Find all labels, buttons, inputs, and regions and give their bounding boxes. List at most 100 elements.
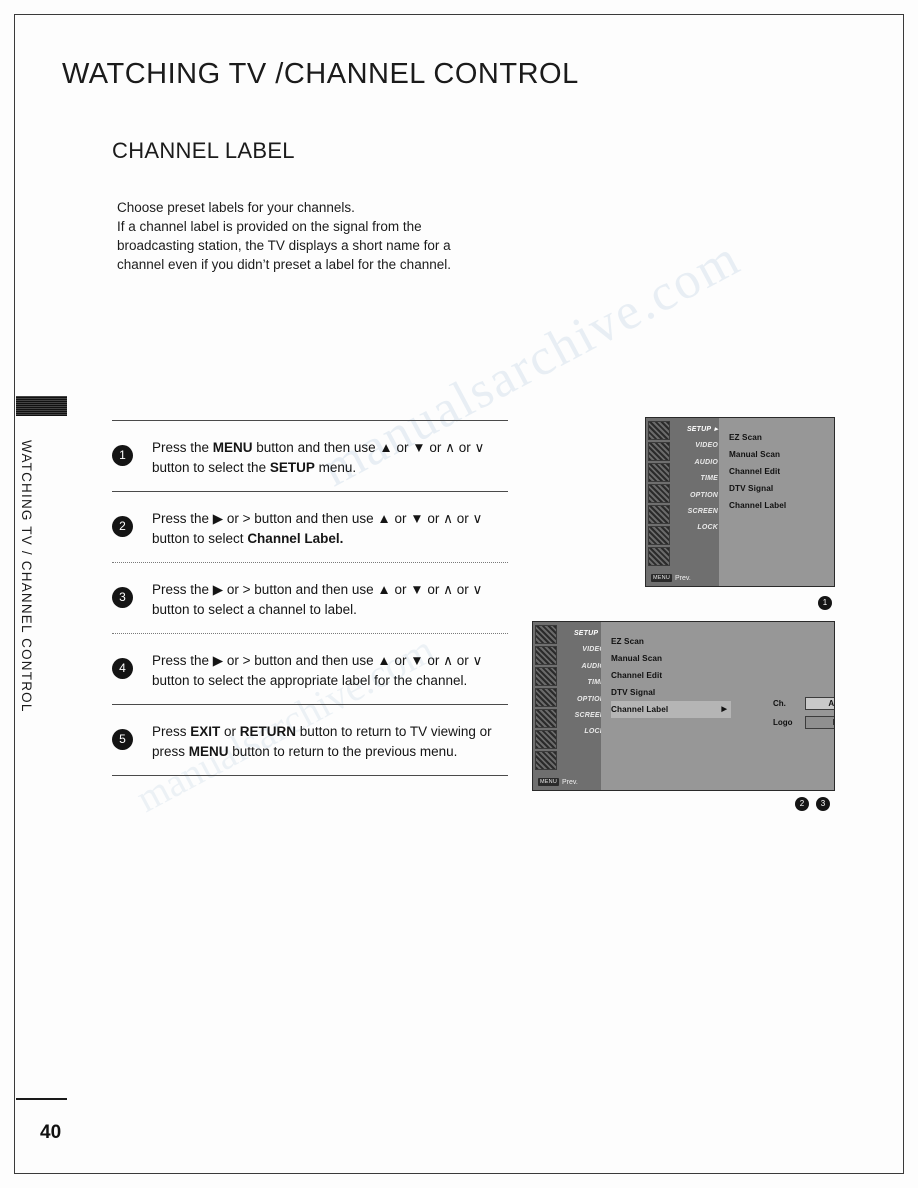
step-number: 3 [112,587,133,608]
step-number: 1 [112,445,133,466]
osd1-step-badge-row: 1 [818,596,832,610]
osd-menu-item[interactable]: Manual Scan [611,650,731,667]
osd-menu-label[interactable]: OPTION [557,692,605,708]
osd2-menu-column: SETUPVIDEOAUDIOTIMEOPTIONSCREENLOCK MENU… [533,622,605,790]
step-badge: 3 [816,797,830,811]
intro-line: channel even if you didn’t preset a labe… [117,257,451,272]
osd-menu-icon [648,442,670,461]
osd-menu-label[interactable]: AUDIO [557,659,605,675]
osd-menu-label[interactable]: LOCK [670,520,718,536]
osd-menu-label[interactable]: SETUP [670,422,718,438]
osd-menu-icon [535,646,557,665]
osd-screenshot-setup-menu: SETUPVIDEOAUDIOTIMEOPTIONSCREENLOCK MENU… [645,417,835,587]
osd-menu-icon [648,421,670,440]
osd-value-row: Ch. ANALOG 2 [773,697,834,710]
osd2-prev-key: MENU [538,778,559,786]
osd-value-label: Ch. [773,699,786,708]
osd-menu-item[interactable]: Channel Edit [729,463,834,480]
step-number: 2 [112,516,133,537]
osd-menu-item[interactable]: Manual Scan [729,446,834,463]
step-item: 1 Press the MENU button and then use ▲ or… [112,421,508,491]
osd-menu-item[interactable]: EZ Scan [729,429,834,446]
osd-menu-item[interactable]: DTV Signal [611,684,731,701]
osd-menu-item[interactable]: Channel Edit [611,667,731,684]
osd2-step-badge-row: 23 [795,797,830,811]
osd1-menu-labels: SETUPVIDEOAUDIOTIMEOPTIONSCREENLOCK [670,422,718,537]
osd-menu-icon [535,667,557,686]
osd-menu-label[interactable]: LOCK [557,724,605,740]
osd-menu-label[interactable]: OPTION [670,488,718,504]
osd2-prev-label: Prev. [562,778,578,786]
osd-menu-label[interactable]: AUDIO [670,455,718,471]
manual-page: manualsarchive.com manualsarchive.com WA… [0,0,918,1188]
side-tab-label: WATCHING TV / CHANNEL CONTROL [19,440,34,713]
page-border-left [14,14,15,1174]
osd-value-field[interactable]: No Logo [805,716,834,729]
step-number: 5 [112,729,133,750]
steps-list: 1 Press the MENU button and then use ▲ or… [112,420,508,776]
section-title: CHANNEL LABEL [112,138,295,163]
osd-menu-icon [648,484,670,503]
osd1-prev-key: MENU [651,574,672,582]
osd1-prev-label: Prev. [675,574,691,582]
osd1-item-list: EZ Scan Manual Scan Channel Edit DTV Signal… [729,429,834,514]
osd-value-label: Logo [773,718,793,727]
osd2-icon-column [535,625,557,772]
osd-menu-item[interactable]: Channel Label [611,701,731,718]
osd-menu-icon [535,751,557,770]
osd1-icon-column [648,421,670,568]
osd1-prev-hint: MENU Prev. [651,574,691,582]
osd2-items-panel: EZ Scan Manual Scan Channel Edit DTV Signal… [601,622,834,790]
osd-menu-item[interactable]: Channel Label [729,497,834,514]
osd-menu-label[interactable]: TIME [557,675,605,691]
osd2-prev-hint: MENU Prev. [538,778,578,786]
osd2-value-panel: Ch. ANALOG 2 Logo No Logo [773,697,834,735]
osd-value-field[interactable]: ANALOG 2 [805,697,834,710]
osd-menu-item[interactable]: DTV Signal [729,480,834,497]
step-text: Press the ▶ or > button and then use ▲ o… [152,653,483,688]
steps-divider [112,775,508,776]
osd1-menu-column: SETUPVIDEOAUDIOTIMEOPTIONSCREENLOCK MENU… [646,418,719,586]
osd-menu-icon [535,625,557,644]
step-item: 3 Press the ▶ or > button and then use ▲ … [112,563,508,633]
step-badge: 1 [818,596,832,610]
osd2-item-list: EZ Scan Manual Scan Channel Edit DTV Signal… [611,633,731,718]
page-number: 40 [40,1122,62,1143]
margin-color-swatch [16,396,67,416]
step-item: 4 Press the ▶ or > button and then use ▲ … [112,634,508,704]
step-item: 2 Press the ▶ or > button and then use ▲ … [112,492,508,562]
osd-menu-item[interactable]: EZ Scan [611,633,731,650]
osd-menu-icon [648,547,670,566]
osd-menu-label[interactable]: SCREEN [557,708,605,724]
osd-menu-label[interactable]: SCREEN [670,504,718,520]
osd-menu-label[interactable]: VIDEO [670,438,718,454]
osd-menu-icon [648,463,670,482]
osd-menu-icon [535,709,557,728]
step-text: Press the MENU button and then use ▲ or … [152,440,485,475]
intro-line: If a channel label is provided on the si… [117,219,422,234]
page-border-top [14,14,904,15]
page-border-right [903,14,904,1174]
osd-menu-icon [535,688,557,707]
osd-menu-label[interactable]: VIDEO [557,642,605,658]
step-badge: 2 [795,797,809,811]
osd-menu-icon [648,526,670,545]
intro-line: Choose preset labels for your channels. [117,200,355,215]
osd-value-row: Logo No Logo [773,716,834,729]
intro-line: broadcasting station, the TV displays a … [117,238,451,253]
step-text: Press the ▶ or > button and then use ▲ o… [152,511,483,546]
osd-menu-label[interactable]: TIME [670,471,718,487]
osd-screenshot-channel-label: SETUPVIDEOAUDIOTIMEOPTIONSCREENLOCK MENU… [532,621,835,791]
step-item: 5 Press EXIT or RETURN button to return t… [112,705,508,775]
intro-paragraph: Choose preset labels for your channels. I… [117,198,537,274]
osd-menu-icon [648,505,670,524]
osd-menu-label[interactable]: SETUP [557,626,605,642]
step-text: Press the ▶ or > button and then use ▲ o… [152,582,483,617]
page-border-bottom [14,1173,904,1174]
osd2-menu-labels: SETUPVIDEOAUDIOTIMEOPTIONSCREENLOCK [557,626,605,741]
margin-rule-bottom [16,1098,67,1100]
osd-menu-icon [535,730,557,749]
chapter-title: WATCHING TV /CHANNEL CONTROL [62,58,579,90]
step-text: Press EXIT or RETURN button to return to… [152,724,492,759]
osd1-items-panel: EZ Scan Manual Scan Channel Edit DTV Signal… [719,418,834,586]
